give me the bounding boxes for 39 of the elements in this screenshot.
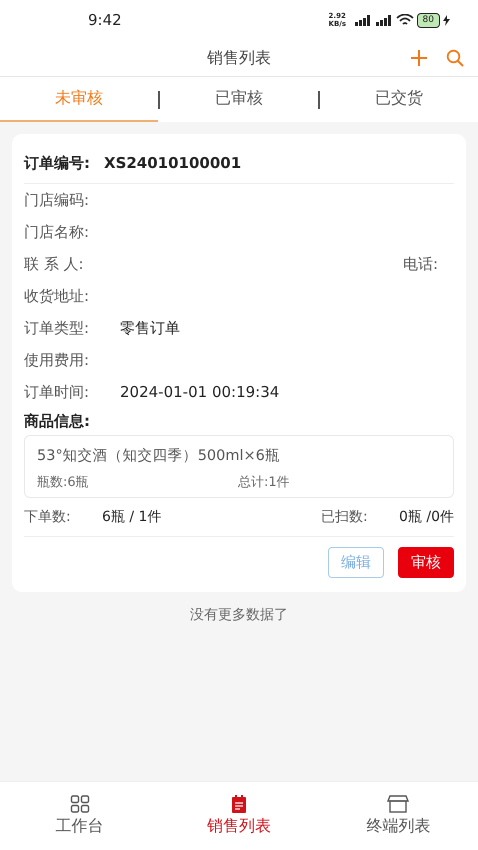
- wifi-icon: [396, 14, 414, 26]
- field-label: 电话:: [402, 254, 439, 274]
- approve-button[interactable]: 审核: [398, 547, 454, 578]
- tab[interactable]: 已审核: [160, 77, 318, 122]
- goods-label: 商品信息:: [24, 411, 91, 432]
- ordered-count: 6瓶 / 1件: [102, 508, 162, 526]
- signal-icon: [354, 14, 372, 26]
- field-label: 门店编码:: [24, 190, 90, 210]
- field-label: 订单时间:: [24, 382, 90, 402]
- order-number-label: 订单编号:: [24, 154, 90, 173]
- tab[interactable]: 已交货: [320, 77, 478, 122]
- field-label: 收货地址:: [24, 286, 90, 306]
- scanned-count: 0瓶 /0件: [399, 508, 454, 526]
- field-label: 使用费用:: [24, 350, 90, 370]
- battery-indicator: 80: [416, 12, 440, 28]
- nav-tab[interactable]: 工作台: [0, 782, 160, 850]
- goods-name: 53°知交酒（知交四季）500ml×6瓶: [37, 446, 281, 465]
- store-icon: [387, 795, 410, 813]
- field-value: 2024-01-01 00:19:34: [120, 383, 280, 401]
- field-label: 门店名称:: [24, 222, 90, 242]
- nav-tab[interactable]: 终端列表: [318, 782, 478, 850]
- grid-icon: [70, 795, 90, 813]
- bottle-count: 瓶数:6瓶: [37, 474, 90, 491]
- total-count: 总计:1件: [238, 474, 291, 491]
- end-of-list-note: 没有更多数据了: [189, 606, 289, 624]
- status-time: 9:42: [88, 11, 122, 29]
- nav-tab[interactable]: 销售列表: [159, 782, 319, 850]
- charging-icon: [443, 14, 450, 26]
- field-value: 零售订单: [120, 318, 180, 338]
- scanned-label: 已扫数:: [321, 508, 369, 526]
- field-label: 订单类型:: [24, 318, 90, 338]
- order-number: XS24010100001: [104, 154, 242, 173]
- clipboard-icon: [230, 795, 248, 813]
- field-label: 联 系 人:: [24, 254, 85, 274]
- signal-icon: [374, 14, 393, 26]
- ordered-label: 下单数:: [24, 508, 72, 526]
- search-icon[interactable]: [446, 49, 464, 67]
- add-icon[interactable]: [410, 49, 428, 67]
- page-title: 销售列表: [207, 48, 271, 68]
